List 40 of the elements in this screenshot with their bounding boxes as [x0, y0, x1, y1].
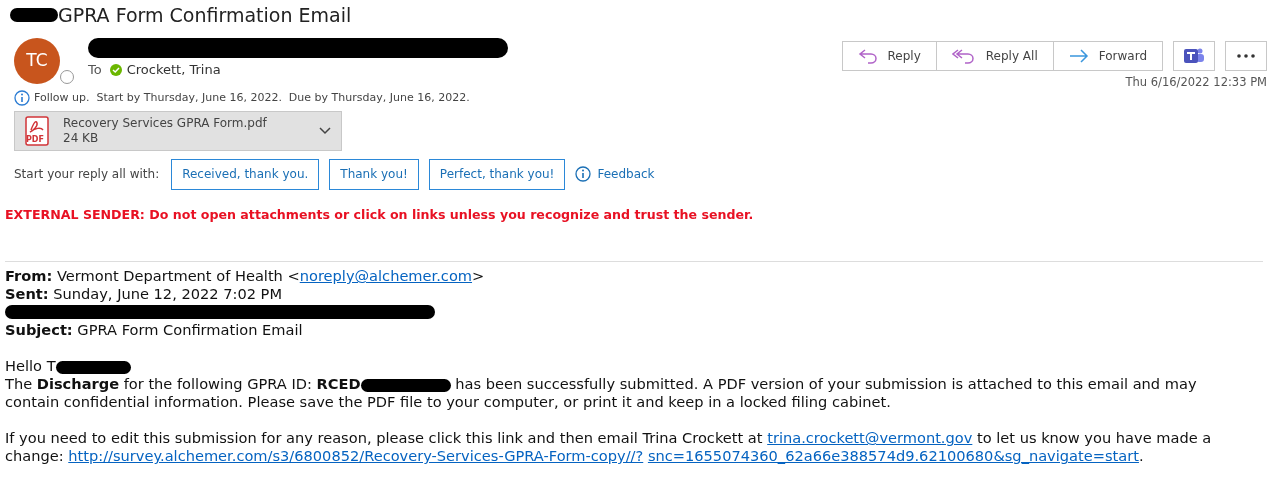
- to-label: To: [88, 61, 102, 79]
- body-text: If you need to edit this submission for any reason, please click this link and then email Trina Crockett at trina.crockett@vermont.gov to let us know you have made a change: http://survey.alchemer.com/s3/6800852/Recovery-Services-GPRA-Form-copy//? snc=1655074360_62a66e388574d9.62100680&sg_navigate=start.: [5, 429, 1213, 466]
- reply-button[interactable]: Reply: [841, 41, 937, 71]
- received-time: Thu 6/16/2022 12:33 PM: [1125, 74, 1267, 91]
- email-subject: GPRA Form Confirmation Email: [58, 2, 352, 28]
- suggested-reply-button[interactable]: Perfect, thank you!: [428, 158, 566, 190]
- reply-all-button[interactable]: Reply All: [935, 41, 1054, 71]
- more-icon: [1237, 54, 1255, 58]
- avatar: TC: [14, 38, 60, 84]
- follow-up-text: Follow up. Start by Thursday, June 16, 2022. Due by Thursday, June 16, 2022.: [34, 90, 470, 106]
- reply-icon: [857, 48, 878, 64]
- link[interactable]: http://survey.alchemer.com/s3/6800852/Recovery-Services-GPRA-Form-copy//?: [68, 447, 644, 465]
- chevron-down-icon: [319, 126, 331, 135]
- link[interactable]: trina.crockett@vermont.gov: [767, 429, 973, 447]
- forward-button[interactable]: Forward: [1052, 41, 1163, 71]
- teams-button[interactable]: [1173, 41, 1215, 71]
- reply-all-icon: [951, 48, 976, 64]
- teams-icon: [1183, 46, 1205, 66]
- info-icon: [14, 90, 30, 107]
- quick-reply-prompt: Start your reply all with:: [14, 166, 160, 183]
- header-field: Subject: GPRA Form Confirmation Email: [5, 321, 1255, 340]
- link[interactable]: snc=1655074360_62a66e388574d9.62100680&sg_navigate=start: [647, 447, 1139, 465]
- info-icon: [575, 166, 592, 182]
- redaction-mark: [10, 8, 58, 22]
- external-sender-warning: EXTERNAL SENDER: Do not open attachments or click on links unless you recognize and trust the sender.: [4, 205, 755, 224]
- suggested-reply-button[interactable]: Received, thank you.: [171, 158, 320, 190]
- feedback-link[interactable]: Feedback: [575, 165, 655, 183]
- header-field: From: Vermont Department of Health <noreply@alchemer.com>: [5, 267, 1255, 286]
- greeting-text: Hello T: [5, 357, 131, 376]
- attachment-size: 24 KB: [63, 130, 100, 146]
- presence-icon: [60, 70, 74, 84]
- status-available-icon: [109, 63, 122, 76]
- suggested-reply-button[interactable]: Thank you!: [329, 158, 419, 190]
- forward-icon: [1068, 49, 1089, 63]
- link[interactable]: noreply@alchemer.com: [299, 267, 473, 285]
- body-text: The Discharge for the following GPRA ID: RCED has been successfully submitted. A PDF version of your submission is attached to this email and may contain confidential information. Please save the PDF file to your computer, or print it and keep in a locked filing cabinet.: [5, 375, 1198, 412]
- header-field: Sent: Sunday, June 12, 2022 7:02 PM: [5, 285, 1255, 304]
- recipient-name[interactable]: Crockett, Trina: [126, 60, 221, 80]
- attachment-name: Recovery Services GPRA Form.pdf: [63, 115, 268, 131]
- more-options-button[interactable]: [1225, 41, 1267, 71]
